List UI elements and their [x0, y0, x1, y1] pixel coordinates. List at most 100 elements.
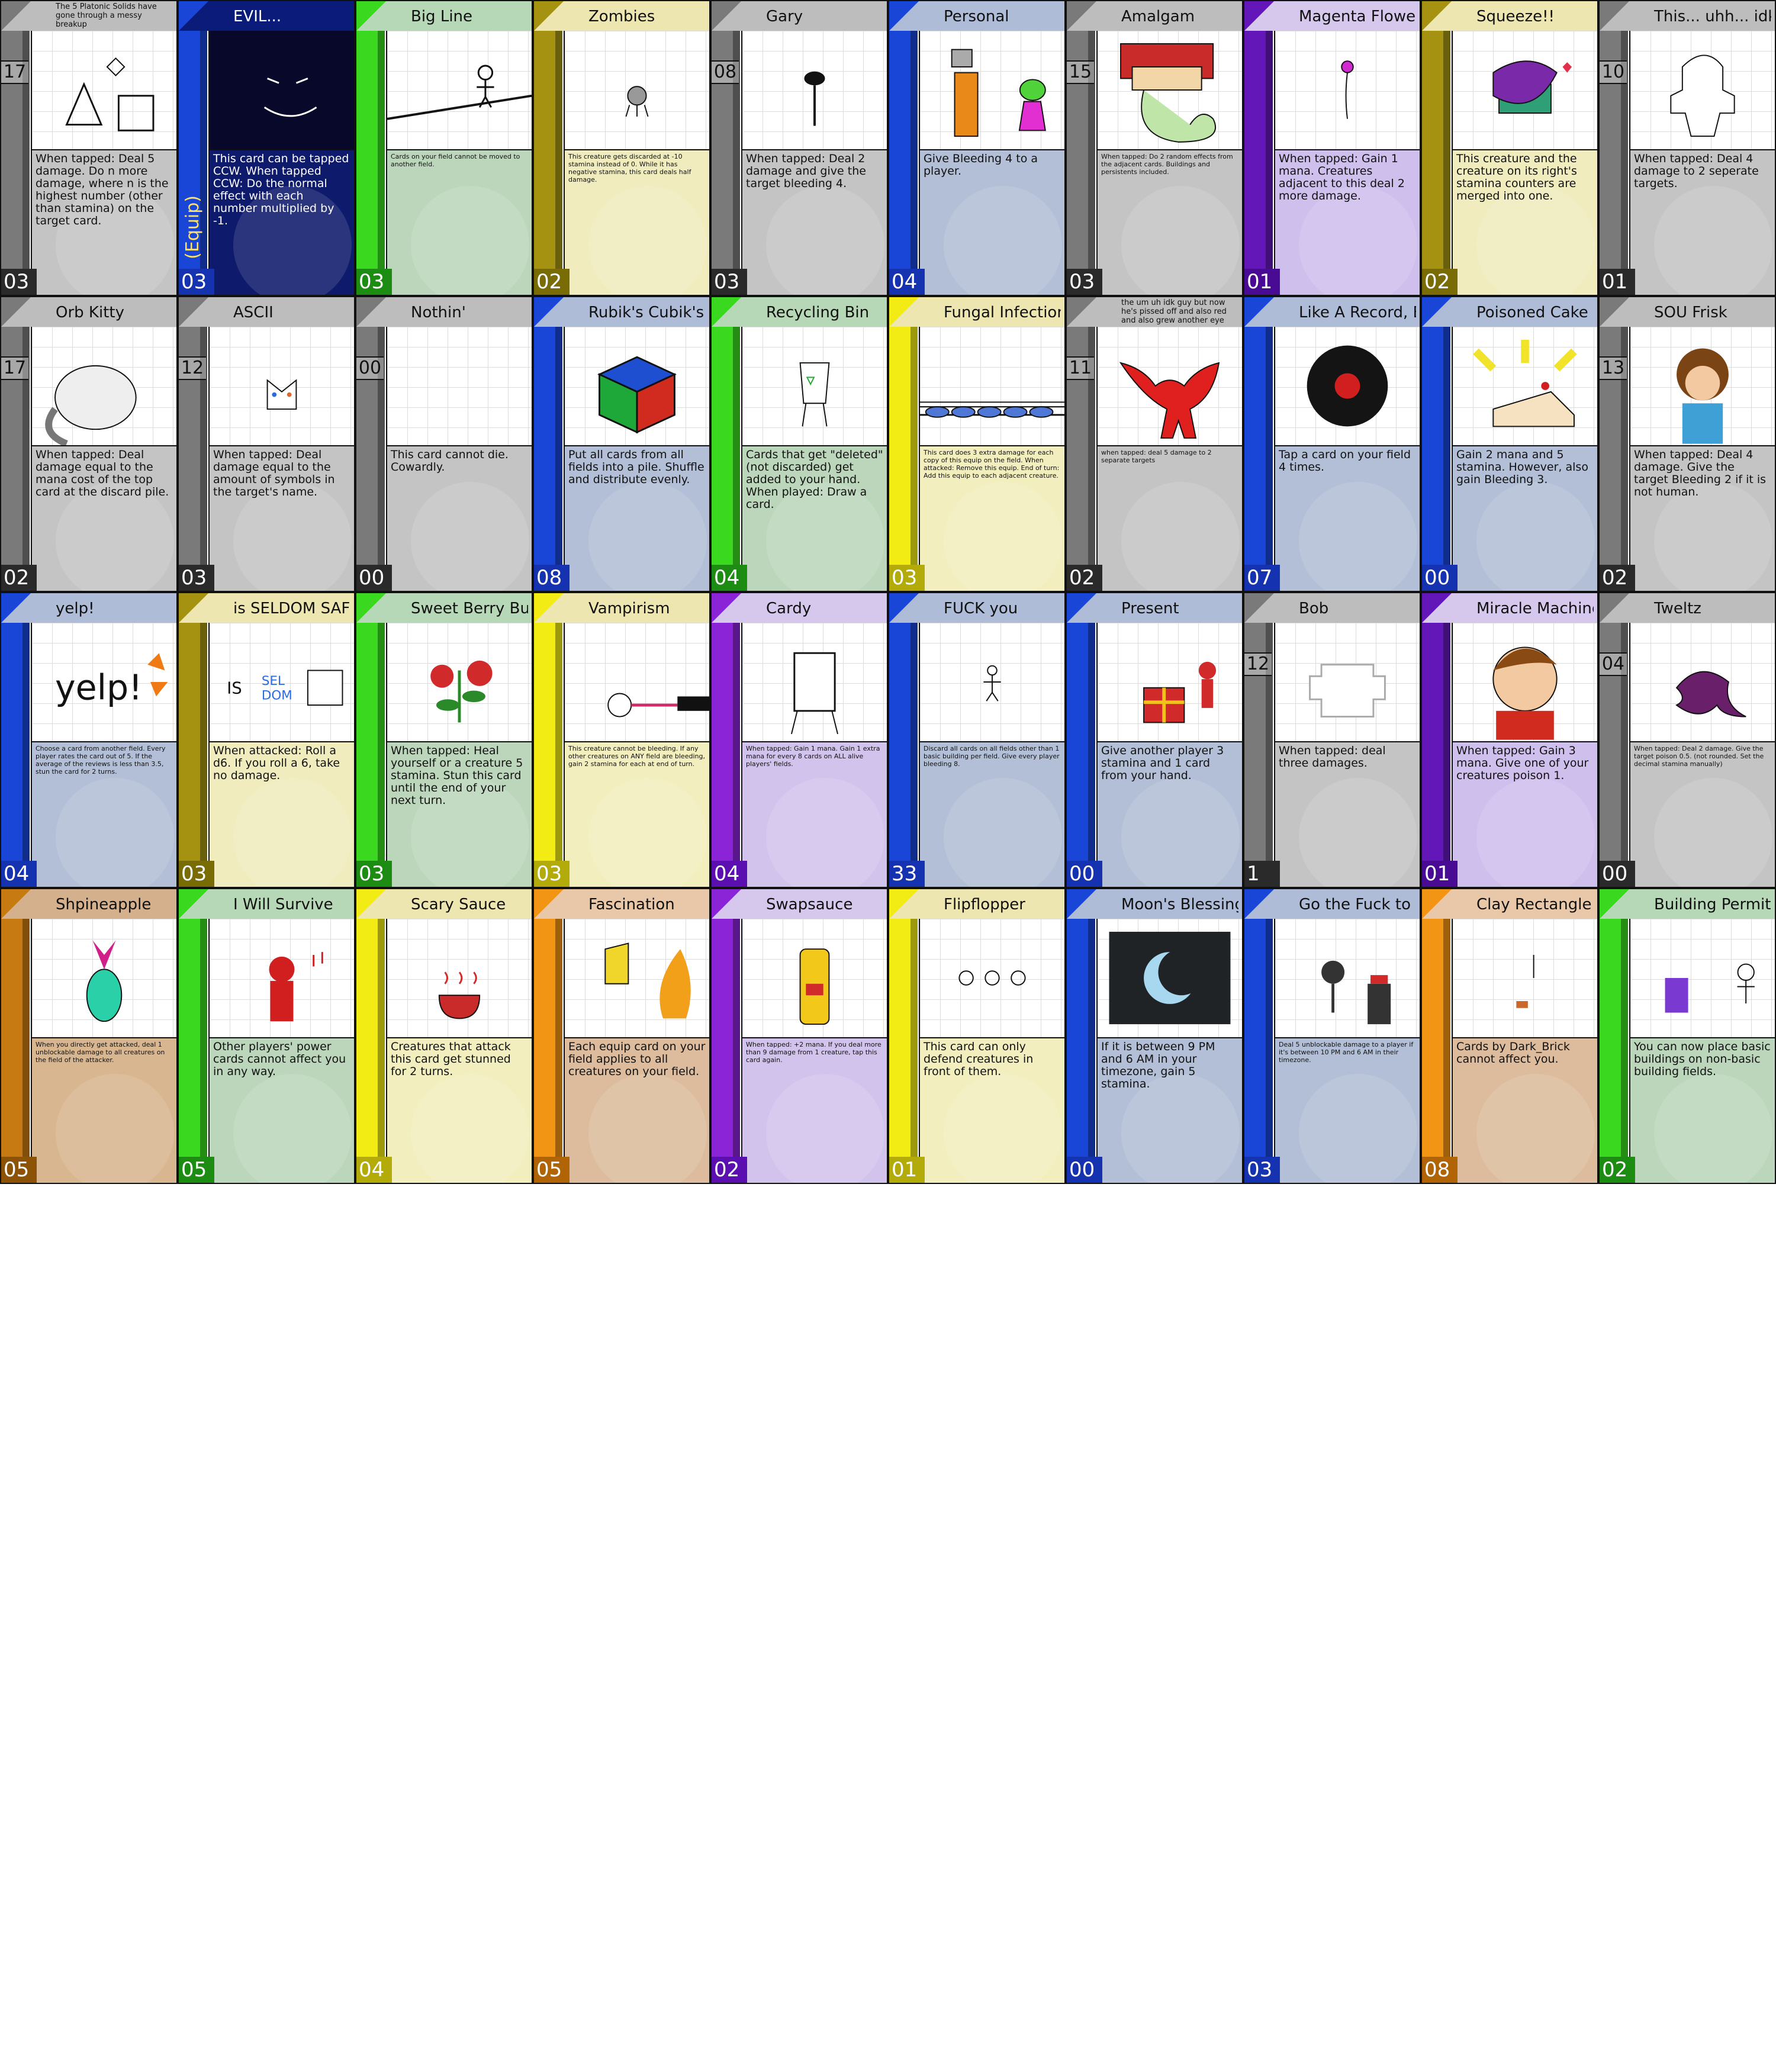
game-card[interactable]: Clay Rectangle Cards by Dark_Brick cannot…: [1421, 888, 1598, 1184]
game-card[interactable]: Nothin' 00 This card cannot die. Cowardly.…: [355, 296, 533, 592]
game-card[interactable]: Go the Fuck to Sleep Deal 5 unblockable d…: [1243, 888, 1421, 1184]
card-illustration: [1492, 60, 1572, 114]
card-side-bar: [889, 31, 918, 295]
card-cost: 10: [1600, 60, 1627, 84]
card-corner: [1067, 1, 1096, 31]
card-number: 04: [712, 565, 747, 591]
card-name: ASCII: [233, 304, 274, 321]
game-card[interactable]: Scary Sauce Creatures that attack this ca…: [355, 888, 533, 1184]
game-card[interactable]: Squeeze!! This creature and the creature …: [1421, 0, 1598, 296]
card-number: 05: [534, 1157, 570, 1183]
game-card[interactable]: Fungal Infection This card does 3 extra d…: [888, 296, 1066, 592]
card-art: IS SEL DOM: [208, 623, 354, 742]
game-card[interactable]: Personal Give Bleeding 4 to a player. 04: [888, 0, 1066, 296]
game-card[interactable]: This... uhh... idk 10 When tapped: Deal 4 …: [1598, 0, 1776, 296]
card-text-box: If it is between 9 PM and 6 AM in your t…: [1096, 1038, 1242, 1183]
game-card[interactable]: Present Give another player 3 stamina and…: [1066, 592, 1243, 888]
game-card[interactable]: EVIL... (Equip) This card can be tapped CC…: [178, 0, 355, 296]
card-text-box: This creature gets discarded at -10 stam…: [564, 150, 709, 295]
card-watermark: [411, 186, 529, 295]
game-card[interactable]: Swapsauce When tapped: +2 mana. If you de…: [710, 888, 888, 1184]
game-card[interactable]: is SELDOM SAFE IS SEL DOM When attacked: Rol…: [178, 592, 355, 888]
card-rules-text: When tapped: Deal 2 damage and give the …: [746, 152, 866, 190]
card-name: Amalgam: [1121, 8, 1195, 25]
game-card[interactable]: Amalgam 15 When tapped: Do 2 random effect…: [1066, 0, 1243, 296]
card-side-shade: [1266, 327, 1273, 591]
game-card[interactable]: Magenta Flower When tapped: Gain 1 mana. …: [1243, 0, 1421, 296]
card-art: [386, 31, 532, 150]
card-name: Fungal Infection: [944, 304, 1061, 321]
card-side-shade: [910, 919, 918, 1183]
card-side-shade: [733, 919, 740, 1183]
card-watermark: [944, 186, 1062, 295]
game-card[interactable]: the um uh idk guy but now he's pissed of…: [1066, 296, 1243, 592]
card-cost: 12: [179, 356, 206, 380]
card-rules-text: Discard all cards on all fields other th…: [924, 745, 1060, 768]
game-card[interactable]: yelp! yelp! Choose a card from another fie…: [0, 592, 178, 888]
card-number: 03: [356, 269, 392, 295]
card-side-bar: [1067, 623, 1095, 887]
card-number: 02: [712, 1157, 747, 1183]
card-number: 1: [1244, 861, 1280, 887]
card-number: 00: [1067, 1157, 1102, 1183]
card-name: Zombies: [588, 8, 655, 25]
game-card[interactable]: Zombies This creature gets discarded at -…: [533, 0, 710, 296]
card-side-bar: [179, 919, 207, 1183]
game-card[interactable]: Big Line Cards on your field cannot be mo…: [355, 0, 533, 296]
card-illustration: [1677, 348, 1729, 444]
game-card[interactable]: Orb Kitty 17 When tapped: Deal damage equa…: [0, 296, 178, 592]
card-illustration: [1143, 661, 1217, 723]
card-corner: [712, 297, 741, 327]
card-side-shade: [1088, 919, 1095, 1183]
game-card[interactable]: FUCK you Discard all cards on all fields …: [888, 592, 1066, 888]
game-card[interactable]: Tweltz 04 When tapped: Deal 2 damage. Give…: [1598, 592, 1776, 888]
game-card[interactable]: Vampirism This creature cannot be bleedin…: [533, 592, 710, 888]
card-illustration: [266, 379, 297, 410]
card-name: Tweltz: [1654, 600, 1701, 617]
card-side-bar: [1, 623, 30, 887]
card-watermark: [411, 1074, 529, 1183]
game-card[interactable]: Moon's Blessing If it is between 9 PM and…: [1066, 888, 1243, 1184]
card-number: 03: [1067, 269, 1102, 295]
card-name: Miracle Machine: [1476, 600, 1594, 617]
card-art: [31, 31, 176, 150]
game-card[interactable]: The 5 Platonic Solids have gone through …: [0, 0, 178, 296]
game-card[interactable]: Building Permit You can now place basic b…: [1598, 888, 1776, 1184]
card-number: 03: [712, 269, 747, 295]
card-side-bar: [534, 327, 562, 591]
card-text-box: Give another player 3 stamina and 1 card…: [1096, 742, 1242, 887]
card-corner: [1600, 889, 1629, 919]
game-card[interactable]: Gary 08 When tapped: Deal 2 damage and giv…: [710, 0, 888, 296]
card-illustration: [920, 401, 1064, 418]
card-name: Nothin': [411, 304, 466, 321]
card-illustration: [269, 952, 323, 1022]
game-card[interactable]: Sweet Berry Bush When tapped: Heal yourse…: [355, 592, 533, 888]
card-number: 01: [889, 1157, 925, 1183]
game-card[interactable]: Bob 12 When tapped: deal three damages. 1: [1243, 592, 1421, 888]
game-card[interactable]: Miracle Machine When tapped: Gain 3 mana.…: [1421, 592, 1598, 888]
card-art: [386, 919, 532, 1038]
game-card[interactable]: Like A Record, Baby Tap a card on your fi…: [1243, 296, 1421, 592]
card-watermark: [588, 186, 707, 295]
game-card[interactable]: Poisoned Cake Gain 2 mana and 5 stamina. …: [1421, 296, 1598, 592]
game-card[interactable]: Shpineapple When you directly get attacke…: [0, 888, 178, 1184]
card-text-box: When tapped: Deal 4 damage to 2 seperate…: [1629, 150, 1775, 295]
game-card[interactable]: Rubik's Cubik's Put all cards from all fi…: [533, 296, 710, 592]
card-side-shade: [733, 623, 740, 887]
game-card[interactable]: ASCII 12 When tapped: Deal damage equal to…: [178, 296, 355, 592]
card-illustration: yelp!: [55, 653, 168, 707]
card-corner: [534, 297, 564, 327]
game-card[interactable]: Fascination Each equip card on your field…: [533, 888, 710, 1184]
card-cost: 15: [1067, 60, 1094, 84]
game-card[interactable]: SOU Frisk 13 When tapped: Deal 4 damage. G…: [1598, 296, 1776, 592]
game-card[interactable]: Flipflopper This card can only defend cre…: [888, 888, 1066, 1184]
game-card[interactable]: Recycling Bin Cards that get "deleted" (n…: [710, 296, 888, 592]
card-rules-text: Tap a card on your field 4 times.: [1279, 448, 1411, 474]
card-name: yelp!: [56, 600, 95, 617]
game-card[interactable]: Cardy When tapped: Gain 1 mana. Gain 1 ex…: [710, 592, 888, 888]
card-number: 08: [534, 565, 570, 591]
card-name: Moon's Blessing: [1121, 896, 1238, 913]
card-cost: 08: [712, 60, 739, 84]
game-card[interactable]: I Will Survive Other players' power cards…: [178, 888, 355, 1184]
card-number: 02: [1067, 565, 1102, 591]
